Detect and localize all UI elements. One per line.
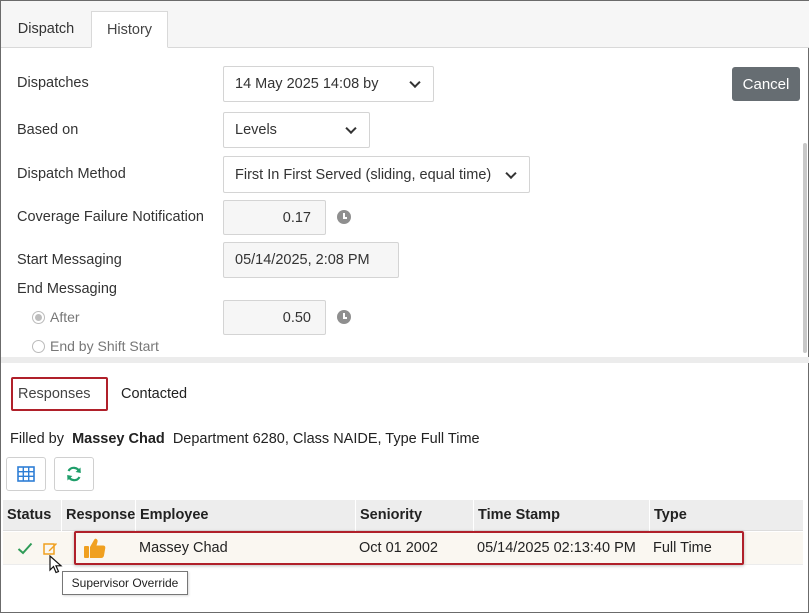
dispatches-select[interactable]: 14 May 2025 14:08 by bbox=[223, 66, 434, 102]
refresh-icon bbox=[67, 466, 81, 482]
cancel-button[interactable]: Cancel bbox=[732, 67, 800, 101]
filled-by-line: Filled by Massey Chad Department 6280, C… bbox=[10, 431, 480, 447]
column-header-status[interactable]: Status bbox=[3, 500, 61, 531]
based-on-value: Levels bbox=[235, 122, 277, 138]
dispatches-value: 14 May 2025 14:08 by bbox=[235, 76, 379, 92]
filled-by-name: Massey Chad bbox=[72, 431, 165, 447]
based-on-label: Based on bbox=[17, 122, 79, 138]
filled-by-details: Department 6280, Class NAIDE, Type Full … bbox=[172, 431, 480, 447]
after-value: 0.50 bbox=[282, 309, 311, 326]
chevron-down-icon bbox=[409, 76, 421, 89]
clock-icon[interactable] bbox=[337, 210, 351, 224]
clock-icon[interactable] bbox=[337, 310, 351, 324]
end-by-shift-start-label: End by Shift Start bbox=[50, 338, 159, 354]
radio-unselected-icon bbox=[32, 339, 45, 353]
dispatch-method-select[interactable]: First In First Served (sliding, equal ti… bbox=[223, 156, 530, 193]
tab-dispatch[interactable]: Dispatch bbox=[1, 11, 91, 48]
tab-history[interactable]: History bbox=[91, 11, 168, 48]
start-messaging-value: 05/14/2025, 2:08 PM bbox=[235, 252, 370, 268]
after-input[interactable]: 0.50 bbox=[223, 300, 326, 335]
refresh-button[interactable] bbox=[54, 457, 94, 491]
grid-view-button[interactable] bbox=[6, 457, 46, 491]
chevron-down-icon bbox=[345, 122, 357, 135]
responses-highlight-box bbox=[11, 377, 108, 411]
tab-contacted[interactable]: Contacted bbox=[121, 386, 187, 402]
coverage-failure-label: Coverage Failure Notification bbox=[17, 209, 204, 225]
column-header-time-stamp[interactable]: Time Stamp bbox=[473, 500, 649, 531]
section-divider bbox=[1, 357, 809, 363]
after-radio[interactable]: After bbox=[32, 309, 80, 325]
grid-icon bbox=[17, 466, 35, 482]
dispatches-label: Dispatches bbox=[17, 75, 89, 91]
start-messaging-input[interactable]: 05/14/2025, 2:08 PM bbox=[223, 242, 399, 278]
row-highlight-box bbox=[74, 531, 744, 565]
chevron-down-icon bbox=[505, 167, 517, 179]
column-header-type[interactable]: Type bbox=[649, 500, 803, 531]
history-panel: Dispatch History Dispatches 14 May 2025 … bbox=[0, 0, 809, 613]
coverage-failure-input[interactable]: 0.17 bbox=[223, 200, 326, 235]
mouse-cursor-icon bbox=[49, 555, 63, 574]
end-messaging-label: End Messaging bbox=[17, 281, 117, 297]
column-header-employee[interactable]: Employee bbox=[135, 500, 355, 531]
based-on-select[interactable]: Levels bbox=[223, 112, 370, 148]
after-label: After bbox=[50, 309, 80, 325]
start-messaging-label: Start Messaging bbox=[17, 252, 122, 268]
coverage-failure-value: 0.17 bbox=[282, 209, 311, 226]
end-by-shift-start-radio[interactable]: End by Shift Start bbox=[32, 338, 159, 354]
edit-override-icon[interactable] bbox=[43, 541, 58, 556]
dispatch-method-label: Dispatch Method bbox=[17, 166, 126, 182]
supervisor-override-tooltip: Supervisor Override bbox=[62, 571, 188, 595]
filled-by-prefix: Filled by bbox=[10, 431, 64, 447]
scrollbar[interactable] bbox=[803, 143, 807, 353]
column-header-response[interactable]: Response bbox=[61, 500, 135, 531]
table-header: Status Response Employee Seniority Time … bbox=[3, 500, 803, 531]
top-tab-strip: Dispatch History bbox=[1, 1, 809, 48]
checkmark-icon bbox=[17, 542, 33, 555]
dispatch-method-value: First In First Served (sliding, equal ti… bbox=[235, 166, 492, 183]
radio-selected-icon bbox=[32, 310, 45, 324]
column-header-seniority[interactable]: Seniority bbox=[355, 500, 473, 531]
